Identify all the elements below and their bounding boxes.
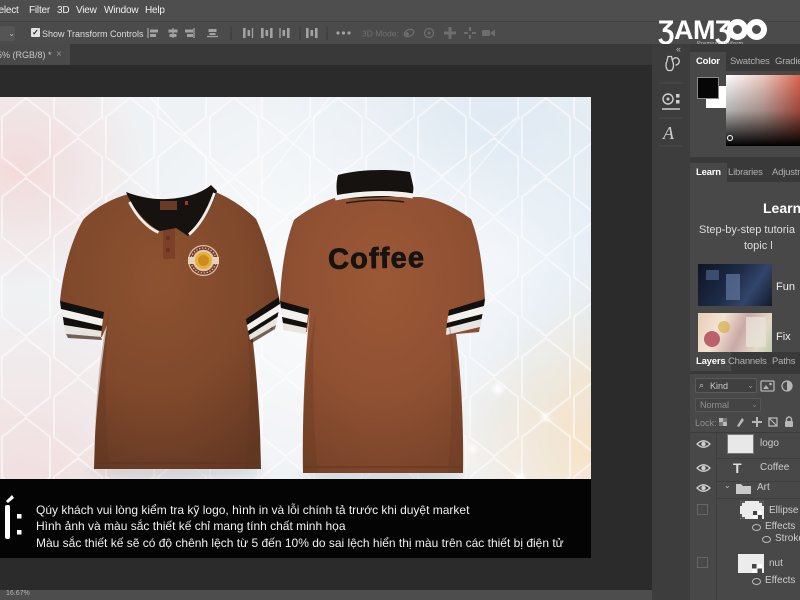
svg-text:3D Mode:: 3D Mode: — [362, 29, 399, 39]
svg-text:Màu sắc thiết kế sẽ có độ chên: Màu sắc thiết kế sẽ có độ chênh lệch từ … — [36, 535, 564, 550]
svg-text:Qúy khách vui lòng kiểm tra kỹ: Qúy khách vui lòng kiểm tra kỹ logo, hìn… — [36, 502, 470, 517]
svg-text:Coffee: Coffee — [328, 242, 425, 276]
svg-text:Hình ảnh và màu sắc thiết kế c: Hình ảnh và màu sắc thiết kế chỉ mang tí… — [36, 518, 346, 533]
svg-text:A: A — [662, 123, 675, 143]
